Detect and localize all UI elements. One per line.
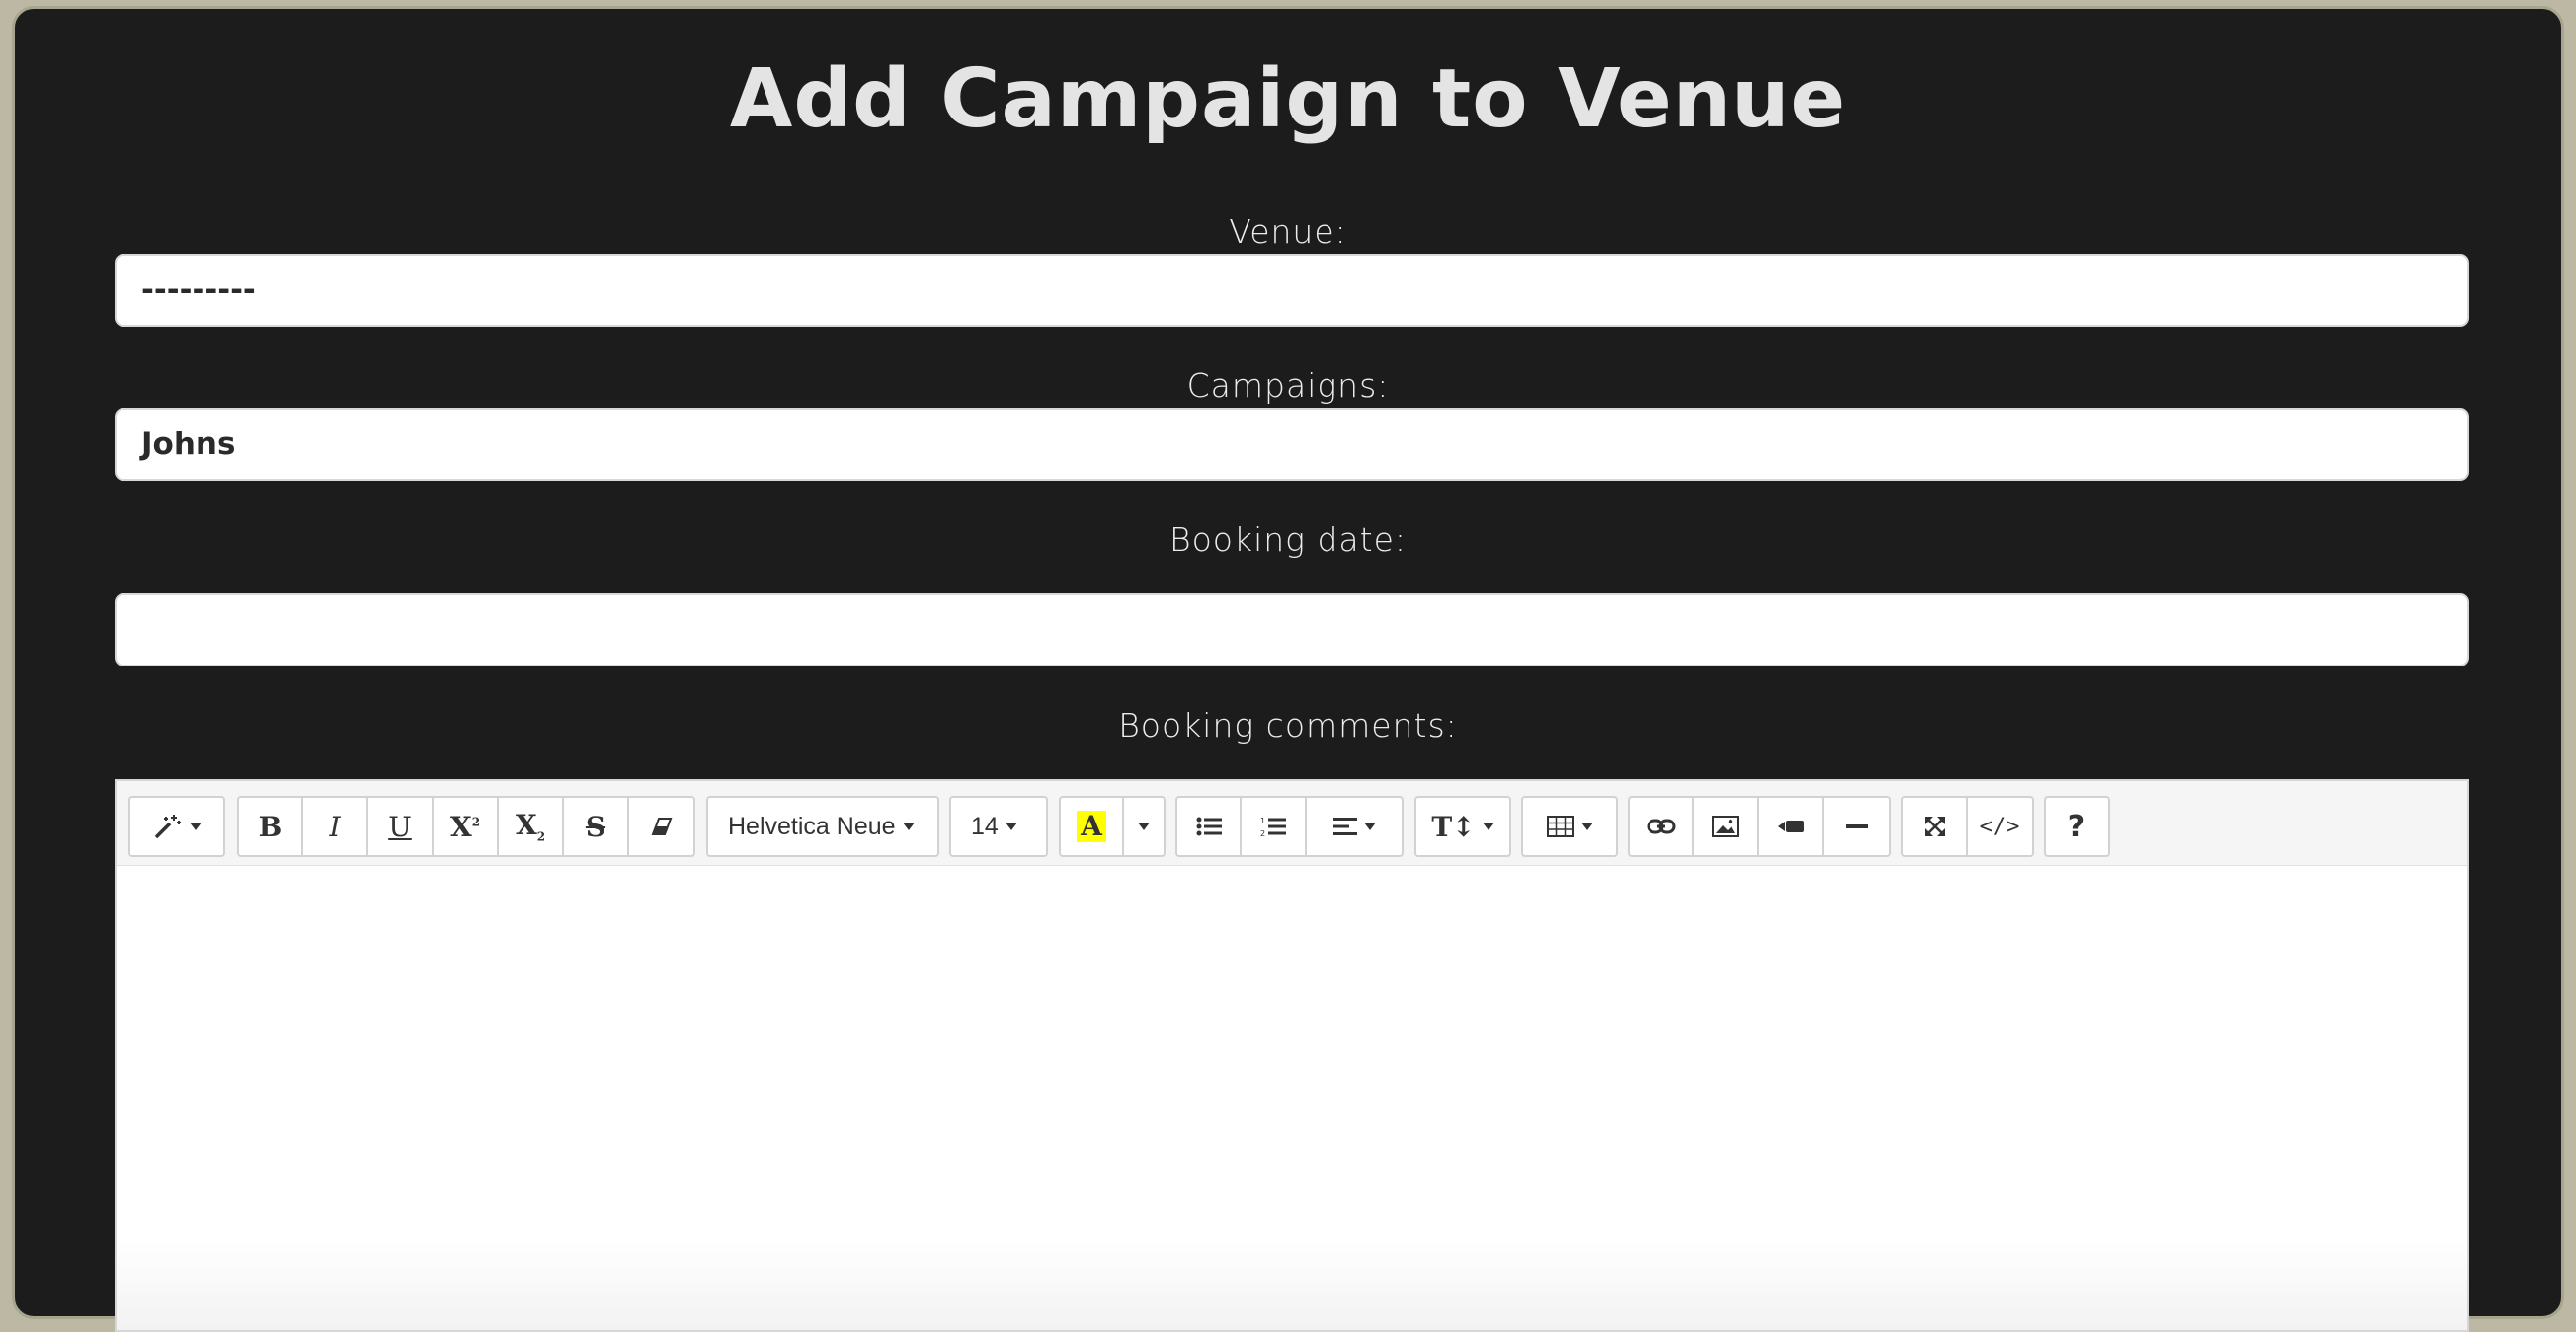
fullscreen-button[interactable] [1901, 796, 1968, 857]
superscript-button[interactable]: X2 [434, 796, 499, 857]
hr-icon [1845, 823, 1868, 829]
table-dropdown[interactable] [1521, 796, 1618, 857]
line-height-dropdown[interactable]: T↕ [1414, 796, 1511, 857]
clear-format-button[interactable] [629, 796, 695, 857]
insert-link-button[interactable] [1628, 796, 1694, 857]
unordered-list-icon [1196, 816, 1222, 837]
style-dropdown[interactable] [128, 796, 225, 857]
color-dropdown-button[interactable] [1124, 796, 1166, 857]
form-panel: Add Campaign to Venue Venue: --------- C… [12, 6, 2564, 1332]
ordered-list-button[interactable]: 1 2 [1242, 796, 1307, 857]
editor-resize-fade [117, 1241, 2467, 1330]
underline-button[interactable]: U [368, 796, 434, 857]
table-icon [1546, 816, 1574, 837]
superscript-icon: X2 [449, 810, 481, 843]
text-color-button[interactable]: A [1059, 796, 1124, 857]
fullscreen-icon [1923, 815, 1947, 838]
eraser-icon [651, 817, 673, 836]
ordered-list-icon: 1 2 [1260, 816, 1286, 837]
horizontal-rule-button[interactable] [1824, 796, 1891, 857]
editor-toolbar: B I U X2 X2 S Helvetica Neue 14 A 1 2 T↕… [117, 781, 2467, 866]
subscript-icon: X2 [515, 809, 546, 844]
link-icon [1647, 818, 1676, 835]
code-view-button[interactable]: </> [1968, 796, 2034, 857]
font-size-dropdown[interactable]: 14 [949, 796, 1048, 857]
campaigns-select-value: Johns [141, 427, 236, 462]
insert-video-button[interactable] [1759, 796, 1824, 857]
chevron-down-icon [902, 823, 915, 830]
strikethrough-icon: S [585, 810, 606, 843]
paragraph-align-dropdown[interactable] [1307, 796, 1404, 857]
chevron-down-icon [189, 823, 201, 830]
picture-icon [1712, 816, 1739, 837]
font-size-value: 14 [971, 812, 999, 840]
subscript-button[interactable]: X2 [499, 796, 564, 857]
italic-icon: I [329, 810, 341, 843]
chevron-down-icon [1363, 823, 1376, 830]
rich-text-editor: B I U X2 X2 S Helvetica Neue 14 A 1 2 T↕… [115, 779, 2469, 1332]
campaigns-select[interactable]: Johns [115, 408, 2469, 481]
help-icon: ? [2067, 809, 2086, 844]
video-icon [1777, 818, 1805, 835]
editor-content-area[interactable] [117, 866, 2467, 1330]
chevron-down-icon [1482, 823, 1494, 830]
chevron-down-icon [1005, 823, 1017, 830]
code-view-icon: </> [1979, 814, 2020, 839]
font-family-dropdown[interactable]: Helvetica Neue [706, 796, 939, 857]
campaigns-label: Campaigns: [1186, 366, 1390, 405]
chevron-down-icon [1138, 823, 1150, 830]
bold-button[interactable]: B [237, 796, 303, 857]
magic-wand-icon [153, 813, 183, 840]
chevron-down-icon [1580, 823, 1593, 830]
align-left-icon [1332, 817, 1357, 836]
italic-button[interactable]: I [303, 796, 368, 857]
booking-comments-label: Booking comments: [1118, 706, 1458, 744]
booking-date-label: Booking date: [1168, 520, 1407, 559]
strikethrough-button[interactable]: S [564, 796, 629, 857]
booking-date-input[interactable] [115, 593, 2469, 666]
bold-icon: B [258, 810, 282, 843]
underline-icon: U [388, 810, 412, 843]
svg-text:2: 2 [1260, 829, 1265, 837]
help-button[interactable]: ? [2044, 796, 2110, 857]
line-height-icon: T↕ [1431, 810, 1476, 843]
venue-label: Venue: [1229, 212, 1347, 251]
svg-text:1: 1 [1260, 817, 1265, 825]
insert-picture-button[interactable] [1694, 796, 1759, 857]
page-title: Add Campaign to Venue [729, 52, 1847, 146]
font-family-value: Helvetica Neue [728, 812, 896, 840]
text-color-icon: A [1077, 811, 1106, 842]
unordered-list-button[interactable] [1175, 796, 1242, 857]
venue-select-value: --------- [141, 273, 256, 308]
venue-select[interactable]: --------- [115, 254, 2469, 327]
